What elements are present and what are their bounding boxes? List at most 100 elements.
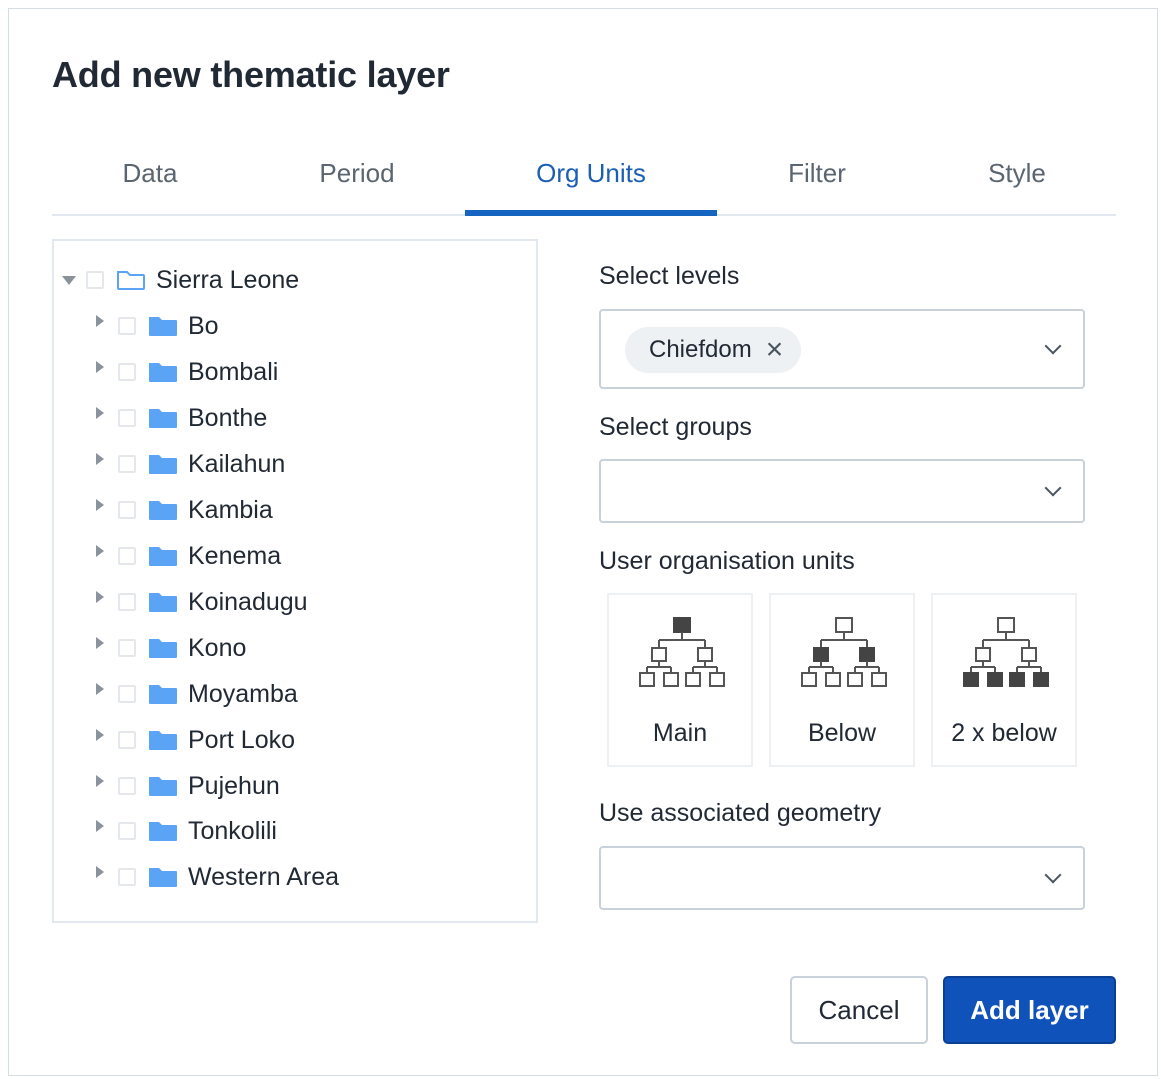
expand-arrow-icon[interactable] bbox=[96, 775, 104, 787]
tree-item-western-area[interactable]: Western Area bbox=[96, 857, 339, 897]
expand-arrow-icon[interactable] bbox=[96, 683, 104, 695]
tab-org-units[interactable]: Org Units bbox=[465, 148, 717, 216]
tree-item-label: Tonkolili bbox=[188, 816, 277, 845]
folder-icon bbox=[149, 409, 177, 428]
tree-item-label: Bombali bbox=[188, 357, 279, 386]
expand-arrow-icon[interactable] bbox=[96, 315, 104, 327]
tree-item-kono[interactable]: Kono bbox=[96, 628, 246, 668]
org-tree-2x-below-icon bbox=[963, 617, 1049, 687]
tab-period[interactable]: Period bbox=[270, 148, 444, 214]
tree-item-label: Bonthe bbox=[188, 403, 268, 432]
user-org-unit-main[interactable]: Main bbox=[607, 593, 753, 767]
chevron-down-icon[interactable] bbox=[1044, 479, 1062, 497]
tree-checkbox[interactable] bbox=[118, 409, 136, 427]
collapse-arrow-icon[interactable] bbox=[62, 275, 76, 285]
tree-item-kambia[interactable]: Kambia bbox=[96, 490, 273, 530]
folder-icon bbox=[149, 501, 177, 520]
org-tree-main-icon bbox=[639, 617, 725, 687]
folder-icon bbox=[149, 455, 177, 474]
user-org-unit-below[interactable]: Below bbox=[769, 593, 915, 767]
tree-item-bonthe[interactable]: Bonthe bbox=[96, 398, 267, 438]
user-org-unit-label: 2 x below bbox=[951, 719, 1057, 747]
chevron-down-icon[interactable] bbox=[1044, 337, 1062, 355]
expand-arrow-icon[interactable] bbox=[96, 637, 104, 649]
tab-style[interactable]: Style bbox=[944, 148, 1090, 214]
folder-icon bbox=[149, 593, 177, 612]
tree-checkbox[interactable] bbox=[118, 639, 136, 657]
tree-checkbox[interactable] bbox=[118, 455, 136, 473]
tree-item-pujehun[interactable]: Pujehun bbox=[96, 766, 280, 806]
tree-checkbox[interactable] bbox=[118, 777, 136, 795]
folder-icon bbox=[149, 685, 177, 704]
tab-bar: Data Period Org Units Filter Style bbox=[52, 148, 1116, 216]
folder-icon bbox=[149, 363, 177, 382]
tree-item-tonkolili[interactable]: Tonkolili bbox=[96, 811, 277, 851]
folder-icon bbox=[149, 777, 177, 796]
tree-item-koinadugu[interactable]: Koinadugu bbox=[96, 582, 308, 622]
expand-arrow-icon[interactable] bbox=[96, 545, 104, 557]
tree-item-moyamba[interactable]: Moyamba bbox=[96, 674, 298, 714]
tree-item-label: Kailahun bbox=[188, 449, 286, 478]
tree-checkbox[interactable] bbox=[118, 547, 136, 565]
folder-icon bbox=[149, 317, 177, 336]
tree-item-label: Koinadugu bbox=[188, 587, 308, 616]
tree-item-kenema[interactable]: Kenema bbox=[96, 536, 281, 576]
user-org-unit-label: Main bbox=[652, 719, 708, 747]
folder-icon bbox=[149, 822, 177, 841]
chevron-down-icon[interactable] bbox=[1044, 866, 1062, 884]
tree-checkbox[interactable] bbox=[118, 868, 136, 886]
folder-icon bbox=[149, 731, 177, 750]
tree-item-label: Western Area bbox=[188, 862, 340, 891]
associated-geometry-dropdown[interactable] bbox=[599, 846, 1085, 910]
folder-icon bbox=[149, 868, 177, 887]
level-chip: Chiefdom × bbox=[625, 327, 802, 373]
expand-arrow-icon[interactable] bbox=[96, 729, 104, 741]
tree-item-label: Kenema bbox=[188, 541, 282, 570]
tree-item-label: Bo bbox=[188, 311, 219, 340]
cancel-button[interactable]: Cancel bbox=[790, 976, 928, 1044]
level-chip-label: Chiefdom bbox=[649, 336, 752, 363]
tab-data[interactable]: Data bbox=[82, 148, 218, 214]
folder-icon bbox=[149, 547, 177, 566]
tree-checkbox[interactable] bbox=[118, 731, 136, 749]
tree-item-label: Port Loko bbox=[188, 725, 296, 754]
user-org-unit-label: Below bbox=[807, 719, 877, 747]
expand-arrow-icon[interactable] bbox=[96, 361, 104, 373]
tree-checkbox[interactable] bbox=[86, 271, 104, 289]
remove-chip-icon[interactable]: × bbox=[766, 335, 784, 365]
expand-arrow-icon[interactable] bbox=[96, 591, 104, 603]
expand-arrow-icon[interactable] bbox=[96, 820, 104, 832]
user-org-unit-2x-below[interactable]: 2 x below bbox=[931, 593, 1077, 767]
tree-item-port-loko[interactable]: Port Loko bbox=[96, 720, 295, 760]
associated-geometry-label: Use associated geometry bbox=[599, 799, 882, 827]
tree-checkbox[interactable] bbox=[118, 822, 136, 840]
tree-item-label: Kambia bbox=[188, 495, 273, 524]
folder-open-icon bbox=[117, 271, 145, 290]
tree-checkbox[interactable] bbox=[118, 317, 136, 335]
tree-item-kailahun[interactable]: Kailahun bbox=[96, 444, 285, 484]
tree-item-label: Kono bbox=[188, 633, 247, 662]
tree-checkbox[interactable] bbox=[118, 593, 136, 611]
select-groups-label: Select groups bbox=[599, 413, 752, 441]
tree-root-row[interactable]: Sierra Leone bbox=[62, 260, 299, 300]
tree-item-label: Pujehun bbox=[188, 771, 280, 800]
tree-item-bombali[interactable]: Bombali bbox=[96, 352, 278, 392]
expand-arrow-icon[interactable] bbox=[96, 407, 104, 419]
tab-filter[interactable]: Filter bbox=[742, 148, 892, 214]
tree-checkbox[interactable] bbox=[118, 685, 136, 703]
tree-item-label: Moyamba bbox=[188, 679, 298, 708]
tree-checkbox[interactable] bbox=[118, 363, 136, 381]
expand-arrow-icon[interactable] bbox=[96, 453, 104, 465]
expand-arrow-icon[interactable] bbox=[96, 866, 104, 878]
user-org-units-label: User organisation units bbox=[599, 547, 855, 575]
expand-arrow-icon[interactable] bbox=[96, 499, 104, 511]
add-layer-button[interactable]: Add layer bbox=[943, 976, 1116, 1044]
dialog-title: Add new thematic layer bbox=[52, 54, 450, 95]
tree-checkbox[interactable] bbox=[118, 501, 136, 519]
tree-item-bo[interactable]: Bo bbox=[96, 306, 219, 346]
tree-root-label: Sierra Leone bbox=[156, 265, 300, 294]
select-levels-label: Select levels bbox=[599, 262, 740, 290]
select-groups-dropdown[interactable] bbox=[599, 459, 1085, 523]
select-levels-dropdown[interactable]: Chiefdom × bbox=[599, 309, 1085, 389]
org-unit-tree: Sierra Leone Bo Bombali Bonthe Kailahun … bbox=[52, 239, 538, 923]
